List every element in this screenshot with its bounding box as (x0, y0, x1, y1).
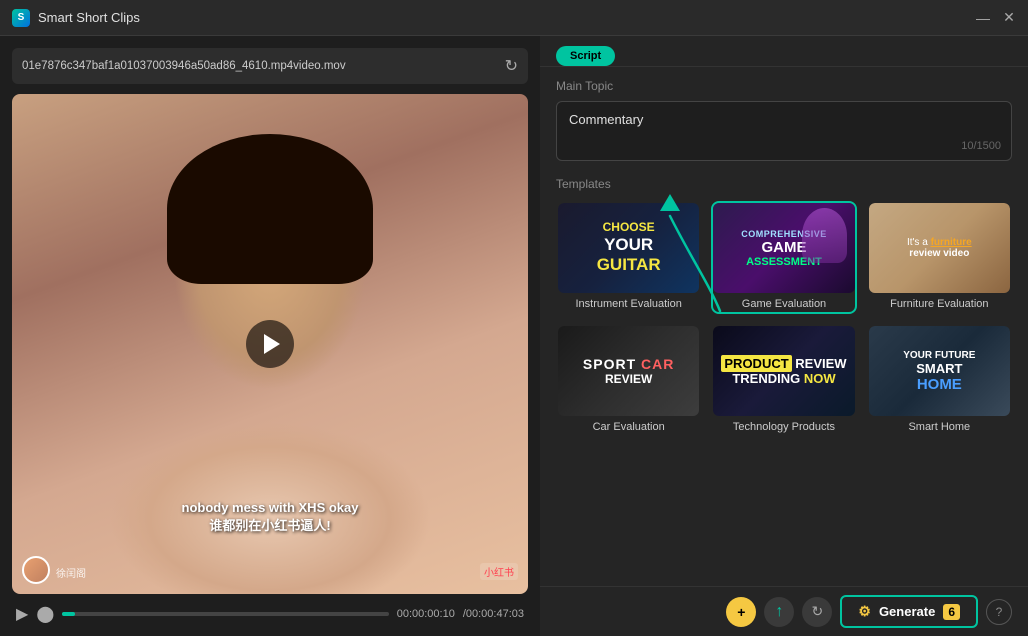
topic-input-area[interactable]: Commentary 10/1500 (556, 101, 1012, 161)
game-person (802, 208, 847, 263)
generate-label: Generate (879, 604, 935, 619)
templates-label: Templates (556, 177, 1012, 191)
main-topic-section: Main Topic Commentary 10/1500 (540, 67, 1028, 169)
main-topic-label: Main Topic (556, 79, 1012, 93)
template-thumb-furniture: It's a furniture review video (869, 203, 1010, 293)
video-subtitle: nobody mess with XHS okay 谁都别在小红书逼人! (182, 500, 359, 534)
car-overlay: SPORT CAR REVIEW (558, 326, 699, 416)
tech-product: PRODUCT REVIEW (721, 356, 846, 371)
guitar-overlay: CHOOSE YOUR GUITAR (558, 203, 699, 293)
template-smart-home[interactable]: YOUR FUTURE SMART HOME Smart Home (867, 324, 1012, 437)
templates-section: Templates CHOOSE YOUR GUITAR Instrumen (540, 169, 1028, 586)
template-label-game: Game Evaluation (713, 293, 854, 312)
title-bar: S Smart Short Clips — ✕ (0, 0, 1028, 36)
game-overlay: COMPREHENSIVE GAME ASSESSMENT (713, 203, 854, 293)
generate-count: 6 (943, 604, 960, 620)
guitar-text: CHOOSE YOUR GUITAR (597, 220, 661, 275)
topic-text: Commentary (569, 112, 643, 127)
bottom-bar: + ↑ ↻ ⚙ Generate 6 ? (540, 586, 1028, 636)
minimize-button[interactable]: — (976, 11, 990, 25)
tab-indicator: Script (556, 46, 1012, 66)
generate-icon: ⚙ (858, 603, 871, 620)
furniture-text: It's a furniture review video (907, 237, 972, 259)
right-panel: Script Main Topic Commentary 10/1500 Tem… (540, 36, 1028, 636)
template-thumb-tech: PRODUCT REVIEW TRENDING NOW (713, 326, 854, 416)
avatar (22, 556, 50, 584)
upload-button[interactable]: ↑ (764, 597, 794, 627)
home-text: YOUR FUTURE SMART HOME (903, 350, 975, 393)
title-bar-left: S Smart Short Clips (12, 9, 140, 27)
refresh-file-button[interactable]: ↻ (505, 56, 518, 76)
car-car: CAR (641, 356, 674, 372)
time-current: 00:00:00:10 (397, 608, 455, 620)
template-game-evaluation[interactable]: COMPREHENSIVE GAME ASSESSMENT Game Evalu… (711, 201, 856, 314)
tech-trending: TRENDING NOW (721, 371, 846, 386)
stop-button[interactable]: ⬤ (36, 604, 54, 624)
template-thumb-guitar: CHOOSE YOUR GUITAR (558, 203, 699, 293)
progress-fill (62, 612, 75, 616)
tech-overlay: PRODUCT REVIEW TRENDING NOW (713, 326, 854, 416)
tech-text: PRODUCT REVIEW TRENDING NOW (721, 356, 846, 386)
main-layout: 01e7876c347baf1a01037003946a50ad86_4610.… (0, 36, 1028, 636)
guitar-your: YOUR (597, 235, 661, 255)
car-review: REVIEW (583, 372, 674, 386)
furniture-overlay: It's a furniture review video (869, 203, 1010, 293)
template-label-furniture: Furniture Evaluation (869, 293, 1010, 312)
furniture-its: It's a (907, 237, 931, 248)
platform-badge: 小红书 (480, 563, 518, 580)
car-text: SPORT CAR REVIEW (583, 356, 674, 386)
template-label-home: Smart Home (869, 416, 1010, 435)
tech-now: NOW (804, 371, 836, 386)
file-bar: 01e7876c347baf1a01037003946a50ad86_4610.… (12, 48, 528, 84)
tech-review-label: REVIEW (795, 356, 846, 371)
template-thumb-game: COMPREHENSIVE GAME ASSESSMENT (713, 203, 854, 293)
close-button[interactable]: ✕ (1002, 11, 1016, 25)
controls-bar: ▶ ⬤ 00:00:00:10 /00:00:47:03 (12, 604, 528, 624)
left-panel: 01e7876c347baf1a01037003946a50ad86_4610.… (0, 36, 540, 636)
char-count: 10/1500 (961, 140, 1001, 152)
template-thumb-home: YOUR FUTURE SMART HOME (869, 326, 1010, 416)
template-label-car: Car Evaluation (558, 416, 699, 435)
home-smart: SMART (903, 361, 975, 376)
play-icon (264, 334, 280, 354)
template-thumb-car: SPORT CAR REVIEW (558, 326, 699, 416)
guitar-guitar: GUITAR (597, 255, 661, 275)
car-sport: SPORT CAR (583, 356, 674, 372)
template-furniture-evaluation[interactable]: It's a furniture review video Furniture … (867, 201, 1012, 314)
play-pause-button[interactable]: ▶ (16, 604, 28, 624)
app-icon: S (12, 9, 30, 27)
refresh-button[interactable]: ↻ (802, 597, 832, 627)
script-tab[interactable]: Script (556, 46, 615, 66)
subtitle-line2: 谁都别在小红书逼人! (182, 515, 359, 534)
progress-bar[interactable] (62, 612, 388, 616)
furniture-review: review video (907, 248, 972, 259)
title-bar-controls: — ✕ (976, 11, 1016, 25)
template-label-tech: Technology Products (713, 416, 854, 435)
username-badge: 徐闰阁 (56, 565, 86, 580)
play-button[interactable] (246, 320, 294, 368)
app-title: Smart Short Clips (38, 10, 140, 25)
furniture-word: furniture (931, 237, 972, 248)
tech-product-label: PRODUCT (721, 355, 791, 372)
template-technology-products[interactable]: PRODUCT REVIEW TRENDING NOW Technology P… (711, 324, 856, 437)
template-label-guitar: Instrument Evaluation (558, 293, 699, 312)
video-hair (167, 134, 373, 284)
file-name: 01e7876c347baf1a01037003946a50ad86_4610.… (22, 60, 497, 72)
template-instrument-evaluation[interactable]: CHOOSE YOUR GUITAR Instrument Evaluation (556, 201, 701, 314)
video-background: nobody mess with XHS okay 谁都别在小红书逼人! 徐闰阁… (12, 94, 528, 594)
generate-button[interactable]: ⚙ Generate 6 (840, 595, 978, 628)
video-player: nobody mess with XHS okay 谁都别在小红书逼人! 徐闰阁… (12, 94, 528, 594)
time-total: /00:00:47:03 (463, 608, 524, 620)
subtitle-line1: nobody mess with XHS okay (182, 500, 359, 515)
templates-grid: CHOOSE YOUR GUITAR Instrument Evaluation (556, 201, 1012, 437)
home-home: HOME (903, 376, 975, 393)
template-car-evaluation[interactable]: SPORT CAR REVIEW Car Evaluation (556, 324, 701, 437)
help-button[interactable]: ? (986, 599, 1012, 625)
add-button[interactable]: + (726, 597, 756, 627)
top-section: Script (540, 36, 1028, 67)
home-overlay: YOUR FUTURE SMART HOME (869, 326, 1010, 416)
home-your: YOUR FUTURE (903, 350, 975, 361)
guitar-choose: CHOOSE (597, 220, 661, 234)
